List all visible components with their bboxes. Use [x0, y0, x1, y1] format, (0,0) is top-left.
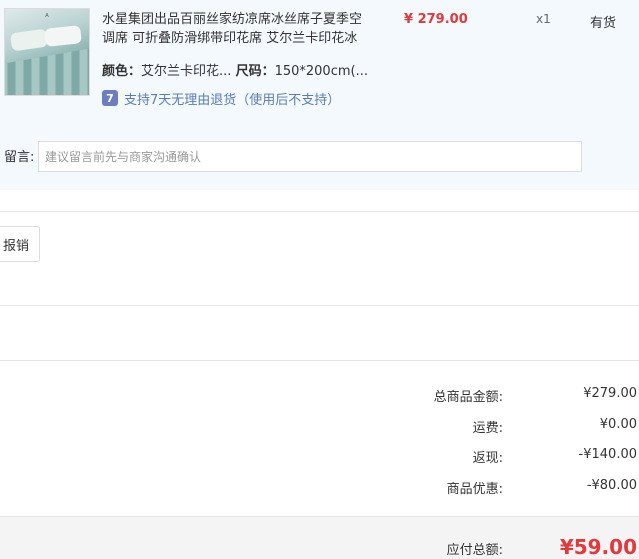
product-quantity: x1 [536, 12, 551, 26]
return-policy-text: 支持7天无理由退货（使用后不支持） [124, 92, 341, 108]
payable-total-bar: 应付总额: ¥59.00 [0, 516, 639, 559]
summary-goods-total: 总商品金额: ¥279.00 [300, 386, 637, 406]
cashback-label: 返现: [472, 451, 503, 466]
product-image-pillow [9, 28, 49, 52]
payable-label: 应付总额: [446, 543, 503, 558]
summary-shipping: 运费: ¥0.00 [300, 417, 637, 437]
invoice-button[interactable]: 报销 [0, 226, 40, 262]
payable-value: ¥59.00 [559, 535, 637, 559]
cashback-value: -¥140.00 [578, 447, 637, 462]
message-input[interactable] [38, 141, 582, 172]
message-label: 留言: [4, 150, 35, 165]
product-image-mat [5, 44, 89, 95]
product-image-caption: A [45, 13, 49, 19]
section-divider [0, 305, 639, 306]
order-confirmation-page: A 水星集团出品百丽丝家纺凉席冰丝席子夏季空调席 可折叠防滑绑带印花席 艾尔兰卡… [0, 0, 639, 559]
discount-label: 商品优惠: [446, 482, 503, 497]
product-price: ¥ 279.00 [404, 12, 468, 27]
summary-discount: 商品优惠: -¥80.00 [300, 478, 637, 498]
product-title[interactable]: 水星集团出品百丽丝家纺凉席冰丝席子夏季空调席 可折叠防滑绑带印花席 艾尔兰卡印花… [102, 10, 364, 48]
summary-cashback: 返现: -¥140.00 [300, 447, 637, 467]
color-label: 颜色： [102, 64, 142, 79]
product-image[interactable]: A [4, 8, 90, 96]
seven-day-return-icon: 7 [102, 90, 118, 106]
shipping-value: ¥0.00 [599, 417, 637, 432]
shipping-label: 运费: [472, 421, 503, 436]
section-divider [0, 211, 639, 212]
color-value: 艾尔兰卡印花... [141, 64, 232, 79]
goods-total-label: 总商品金额: [433, 390, 503, 405]
product-attributes: 颜色：艾尔兰卡印花... 尺码：150*200cm(... [102, 60, 368, 79]
discount-value: -¥80.00 [586, 478, 637, 493]
size-value: 150*200cm(... [274, 64, 368, 79]
return-policy: 7 支持7天无理由退货（使用后不支持） [102, 88, 340, 108]
product-section: A 水星集团出品百丽丝家纺凉席冰丝席子夏季空调席 可折叠防滑绑带印花席 艾尔兰卡… [0, 0, 639, 190]
section-divider [0, 360, 639, 361]
stock-status: 有货 [590, 16, 617, 31]
goods-total-value: ¥279.00 [583, 386, 637, 401]
product-image-pillow [44, 25, 82, 47]
size-label: 尺码： [235, 64, 275, 79]
